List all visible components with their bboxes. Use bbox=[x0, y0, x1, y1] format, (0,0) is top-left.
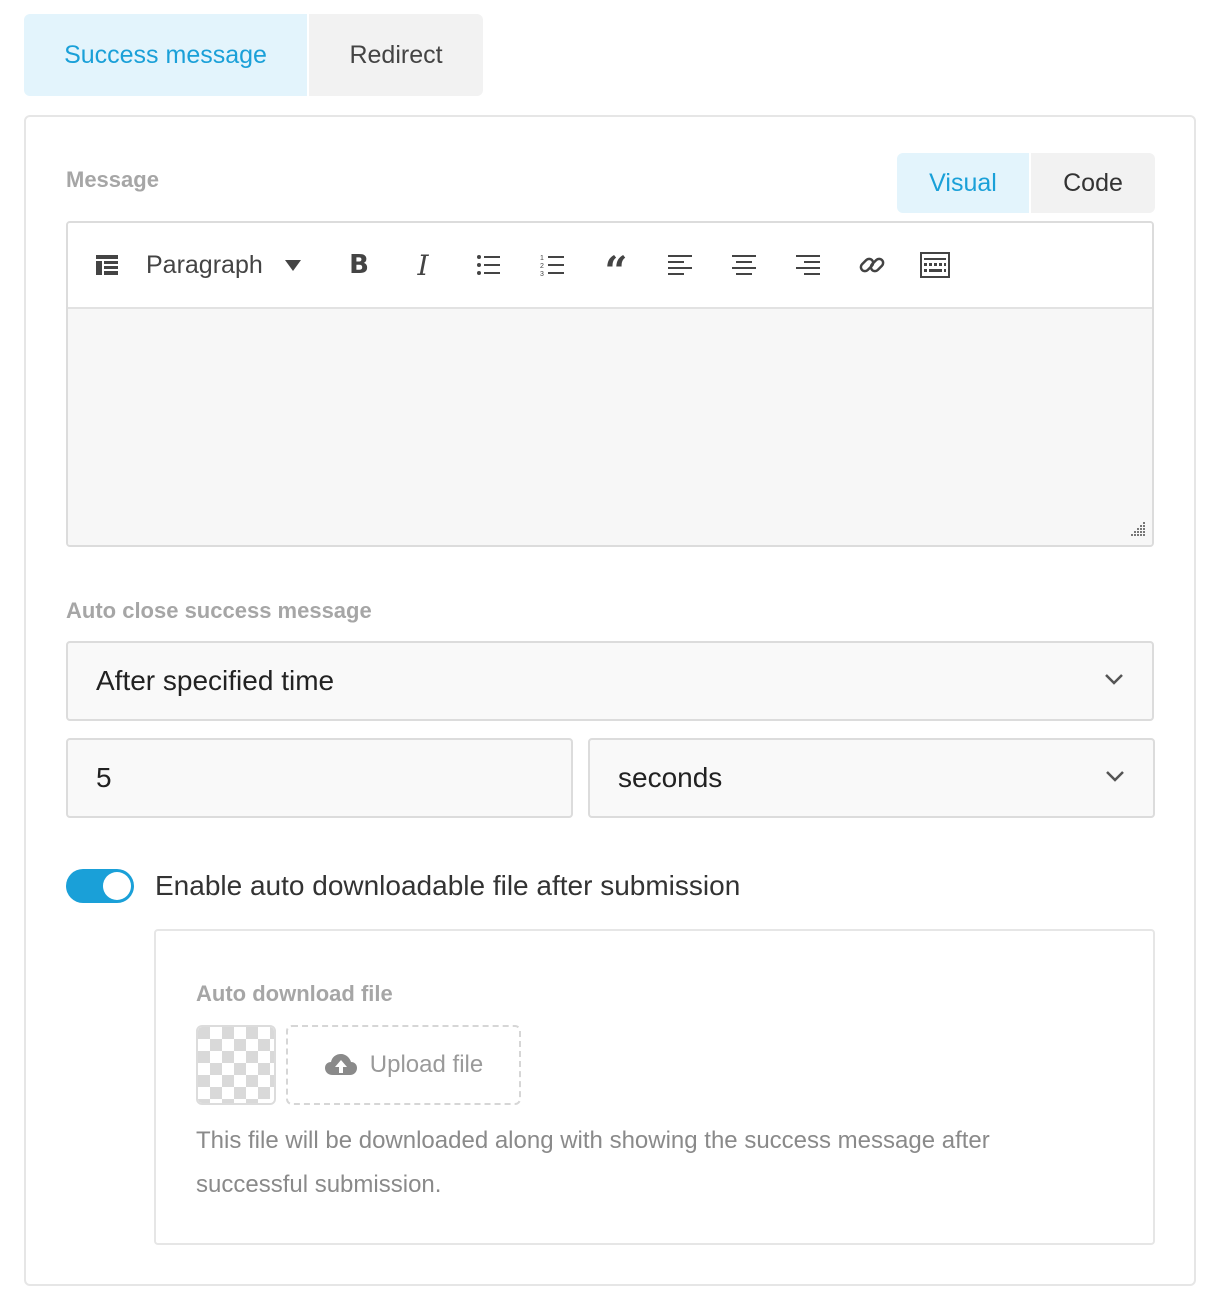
editor-toolbar: Paragraph B I 123 “ bbox=[68, 223, 1152, 309]
rich-text-editor: Paragraph B I 123 “ bbox=[66, 221, 1154, 547]
numbered-list-icon[interactable]: 123 bbox=[536, 245, 568, 285]
message-tabs: Success message Redirect bbox=[24, 14, 483, 96]
resize-grip-icon[interactable] bbox=[1128, 521, 1146, 539]
tab-success-message[interactable]: Success message bbox=[24, 14, 307, 96]
italic-button[interactable]: I bbox=[408, 245, 438, 285]
auto-download-settings: Auto download file Upload file This file… bbox=[154, 929, 1155, 1245]
bullet-list-icon[interactable] bbox=[472, 245, 504, 285]
auto-close-mode-value: After specified time bbox=[96, 665, 335, 696]
cloud-upload-icon bbox=[324, 1054, 357, 1075]
svg-text:2: 2 bbox=[540, 263, 544, 270]
upload-file-button[interactable]: Upload file bbox=[286, 1025, 521, 1105]
chevron-down-icon bbox=[1106, 771, 1124, 782]
auto-close-duration-input[interactable] bbox=[66, 738, 573, 818]
auto-close-unit-value: seconds bbox=[618, 762, 723, 793]
auto-close-unit-select[interactable]: seconds bbox=[588, 738, 1155, 818]
toolbar-toggle-icon[interactable] bbox=[92, 245, 122, 285]
paragraph-format-value: Paragraph bbox=[146, 250, 263, 279]
keyboard-icon[interactable] bbox=[918, 245, 952, 285]
bold-button[interactable]: B bbox=[344, 245, 374, 285]
auto-download-file-label: Auto download file bbox=[196, 981, 393, 1006]
link-icon[interactable] bbox=[856, 245, 888, 285]
success-message-panel: Message Visual Code Paragraph B I 123 “ bbox=[24, 115, 1196, 1286]
auto-close-mode-select[interactable]: After specified time bbox=[66, 641, 1154, 721]
tab-redirect[interactable]: Redirect bbox=[309, 14, 483, 96]
visual-mode-button[interactable]: Visual bbox=[897, 153, 1029, 213]
auto-download-toggle[interactable] bbox=[66, 869, 134, 903]
align-center-icon[interactable] bbox=[728, 245, 760, 285]
svg-text:1: 1 bbox=[540, 255, 544, 262]
align-right-icon[interactable] bbox=[792, 245, 824, 285]
auto-download-help-text: This file will be downloaded along with … bbox=[196, 1127, 990, 1198]
editor-mode-switch: Visual Code bbox=[897, 153, 1155, 213]
upload-file-label: Upload file bbox=[369, 1051, 484, 1078]
editor-content-area[interactable] bbox=[68, 309, 1152, 545]
code-mode-button[interactable]: Code bbox=[1031, 153, 1155, 213]
message-label: Message bbox=[66, 167, 159, 192]
auto-close-label: Auto close success message bbox=[66, 598, 372, 623]
auto-download-toggle-label: Enable auto downloadable file after subm… bbox=[155, 870, 741, 901]
blockquote-button[interactable]: “ bbox=[600, 245, 632, 292]
svg-text:3: 3 bbox=[540, 271, 544, 277]
toggle-knob bbox=[103, 872, 131, 900]
paragraph-format-dropdown[interactable]: Paragraph bbox=[146, 245, 326, 285]
caret-down-icon bbox=[284, 259, 301, 271]
align-left-icon[interactable] bbox=[664, 245, 696, 285]
chevron-down-icon bbox=[1105, 674, 1123, 685]
file-preview-placeholder bbox=[196, 1025, 276, 1105]
